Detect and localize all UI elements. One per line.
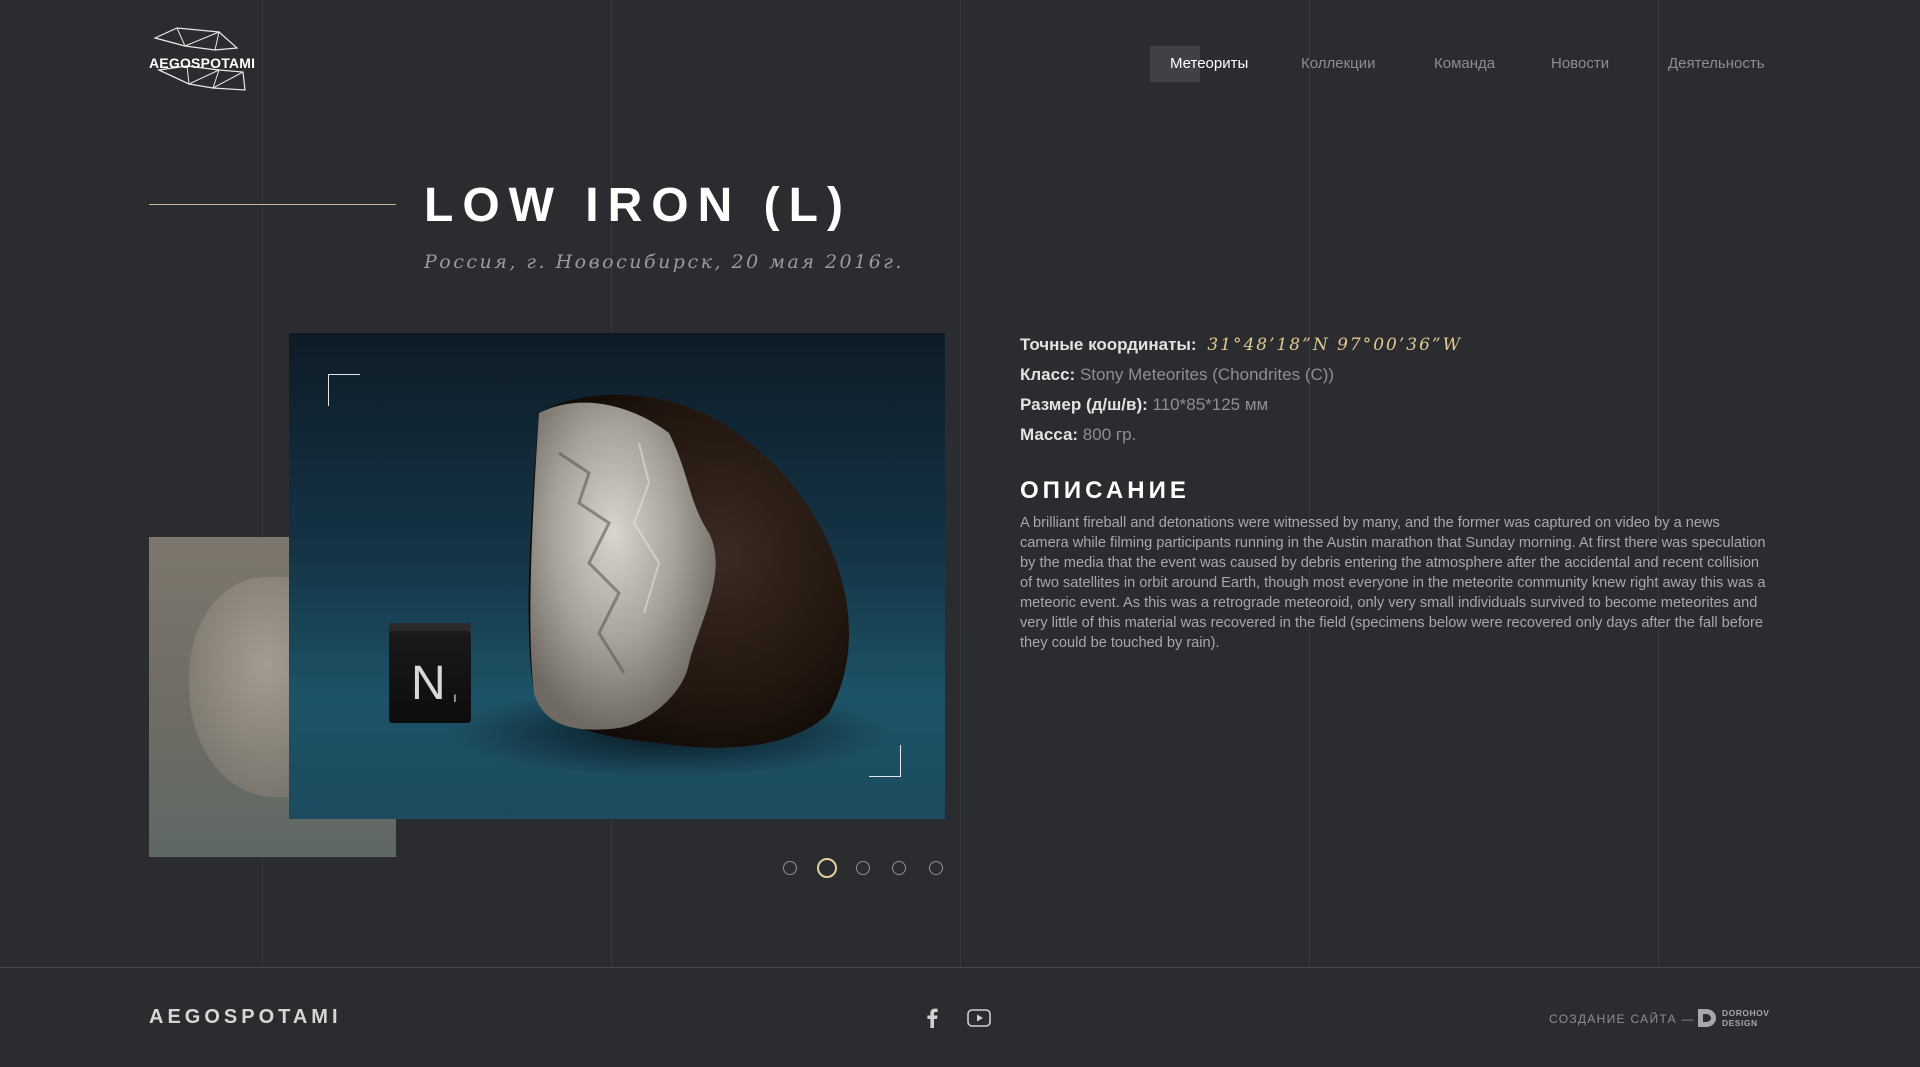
dorohov-design-logo[interactable]: DOROHOV DESIGN	[1696, 1006, 1772, 1030]
meteorite-illustration	[449, 394, 889, 778]
dorohov-line-1: DOROHOV	[1722, 1008, 1770, 1018]
meteorite-details: Точные координаты: 31°48’18”N 97°00’36”W…	[1020, 330, 1780, 450]
detail-label: Масса:	[1020, 425, 1079, 444]
coordinates-value: 31°48’18”N 97°00’36”W	[1207, 335, 1463, 355]
scale-cube-sub: ı	[453, 689, 457, 705]
grid-line	[1309, 0, 1310, 967]
nav-item-meteorites[interactable]: Метеориты	[1170, 46, 1248, 82]
dorohov-line-2: DESIGN	[1722, 1018, 1758, 1028]
site-credit: СОЗДАНИЕ САЙТА —	[1549, 1012, 1695, 1026]
footer-brand: AEGOSPOTAMI	[149, 1006, 342, 1028]
page-title: LOW IRON (L)	[424, 179, 852, 232]
detail-label: Точные координаты:	[1020, 335, 1197, 354]
main-meteorite-photo: N ı	[289, 333, 945, 819]
facebook-icon[interactable]	[925, 1008, 939, 1028]
frame-corner-top-left	[328, 374, 360, 406]
detail-size: Размер (д/ш/в): 110*85*125 мм	[1020, 390, 1780, 420]
detail-class: Класс: Stony Meteorites (Chondrites (C))	[1020, 360, 1780, 390]
grid-line	[960, 0, 961, 967]
frame-corner-bottom-right	[869, 745, 901, 777]
logo-text: AEGOSPOTAMI	[149, 55, 256, 71]
carousel-dot-1[interactable]	[783, 861, 797, 875]
size-value: 110*85*125 мм	[1152, 395, 1269, 414]
nav-item-team[interactable]: Команда	[1434, 46, 1495, 82]
class-value: Stony Meteorites (Chondrites (C))	[1079, 365, 1335, 384]
carousel-dot-5[interactable]	[929, 861, 943, 875]
title-divider	[149, 204, 396, 205]
detail-coordinates: Точные координаты: 31°48’18”N 97°00’36”W	[1020, 330, 1780, 360]
detail-label: Класс:	[1020, 365, 1076, 384]
description-text: A brilliant fireball and detonations wer…	[1020, 515, 1766, 651]
description-heading: ОПИСАНИЕ	[1020, 477, 1190, 504]
scale-cube-label: N	[411, 657, 446, 710]
nav-item-collections[interactable]: Коллекции	[1301, 46, 1376, 82]
carousel-dot-3[interactable]	[856, 861, 870, 875]
carousel-dot-2[interactable]	[817, 858, 837, 878]
footer-divider	[0, 967, 1920, 968]
detail-mass: Масса: 800 гр.	[1020, 420, 1780, 450]
site-logo[interactable]: AEGOSPOTAMI	[149, 26, 256, 92]
grid-line	[1658, 0, 1659, 967]
detail-label: Размер (д/ш/в):	[1020, 395, 1148, 414]
dorohov-d-icon	[1698, 1009, 1716, 1027]
youtube-icon[interactable]	[967, 1009, 991, 1027]
dorohov-text: DOROHOV DESIGN	[1722, 1008, 1769, 1028]
mass-value: 800 гр.	[1082, 425, 1137, 444]
nav-item-news[interactable]: Новости	[1551, 46, 1609, 82]
carousel-dot-4[interactable]	[892, 861, 906, 875]
nav-item-activity[interactable]: Деятельность	[1668, 46, 1765, 82]
page-subtitle: Россия, г. Новосибирск, 20 мая 2016г.	[424, 251, 904, 273]
